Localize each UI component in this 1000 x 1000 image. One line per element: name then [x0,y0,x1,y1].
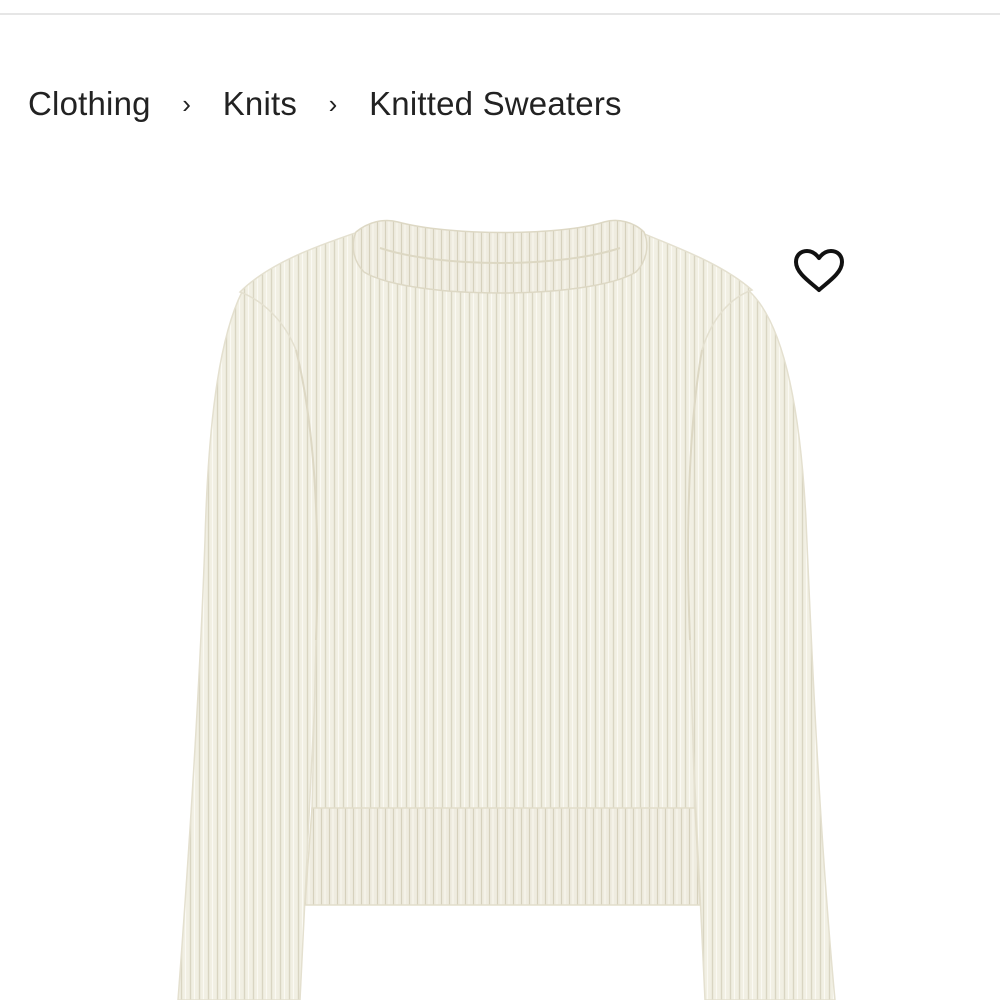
breadcrumb-knits[interactable]: Knits [223,85,297,123]
breadcrumb-separator-icon: › [182,88,192,119]
breadcrumb-knitted-sweaters[interactable]: Knitted Sweaters [369,85,622,123]
heart-outline-icon[interactable] [790,246,848,296]
sweater-collar [352,219,648,294]
sweater-right-sleeve [684,289,836,1000]
sweater-left-sleeve [177,291,321,1000]
sweater-hem [304,807,701,906]
breadcrumb-separator-icon: › [328,88,338,119]
product-page: Clothing › Knits › Knitted Sweaters [0,0,1000,1000]
top-divider [0,13,1000,15]
product-image[interactable] [150,190,850,1000]
breadcrumb-clothing[interactable]: Clothing [28,85,151,123]
breadcrumb: Clothing › Knits › Knitted Sweaters [28,82,622,126]
